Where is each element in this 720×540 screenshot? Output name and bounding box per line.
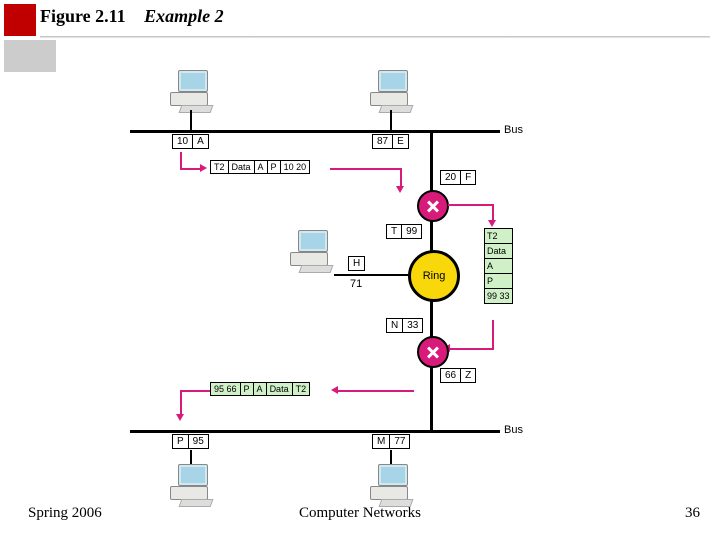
arrow-a-2 (180, 168, 202, 170)
router-F (417, 190, 449, 222)
footer-page-number: 36 (685, 505, 700, 522)
arrow-r-1 (448, 204, 494, 206)
addr: 33 (403, 319, 422, 332)
bus-top-label: Bus (504, 124, 523, 136)
addr: 10 (173, 135, 193, 148)
node-P-label: P 95 (172, 434, 209, 449)
pc-M (370, 464, 414, 504)
arrow-b-3 (180, 390, 182, 416)
addr: 99 (402, 225, 421, 238)
bus-bottom (130, 430, 500, 433)
name: H (349, 257, 364, 270)
packet-top: T2 Data A P 10 20 (210, 160, 310, 174)
addr: 20 (441, 171, 461, 184)
arrowhead-b2 (176, 414, 184, 421)
pc-H (290, 230, 334, 270)
addr: 87 (373, 135, 393, 148)
node-Z-label: 66 Z (440, 368, 476, 383)
node-H-label: H (348, 256, 365, 271)
name: F (461, 171, 475, 184)
drop-A (190, 110, 192, 130)
drop-M (390, 450, 392, 464)
name: E (393, 135, 408, 148)
arrow-a-3 (330, 168, 402, 170)
bus-top (130, 130, 500, 133)
arrow-r-4 (450, 348, 494, 350)
drop-E (390, 110, 392, 130)
addr-H: 71 (350, 278, 362, 290)
corner-block (4, 40, 56, 72)
arrow-r-3 (492, 320, 494, 350)
name: Z (461, 369, 475, 382)
name: T (387, 225, 402, 238)
pc-P (170, 464, 214, 504)
arrowhead-b (331, 386, 338, 394)
name: M (373, 435, 390, 448)
arrow-b-1 (338, 390, 414, 392)
figure-number: Figure 2.11 (40, 6, 126, 26)
node-A-label: 10 A (172, 134, 209, 149)
name: P (173, 435, 189, 448)
name: A (193, 135, 208, 148)
name: N (387, 319, 403, 332)
footer-center: Computer Networks (0, 505, 720, 522)
node-T-label: T 99 (386, 224, 422, 239)
pc-E (370, 70, 414, 110)
arrow-a-4 (400, 168, 402, 188)
packet-bottom: 95 66 P A Data T2 (210, 382, 310, 396)
arrowhead-a (200, 164, 207, 172)
accent-box (4, 4, 36, 36)
arrowhead-a2 (396, 186, 404, 193)
slide-title: Figure 2.11 Example 2 (40, 6, 224, 27)
packet-right: T2 Data A P 99 33 (484, 228, 513, 304)
ring-label: Ring (423, 270, 446, 282)
node-F-label: 20 F (440, 170, 476, 185)
pc-A (170, 70, 214, 110)
ring-node: Ring (408, 250, 460, 302)
arrowhead-r (488, 220, 496, 227)
drop-P (190, 450, 192, 464)
figure-caption: Example 2 (144, 6, 224, 26)
arrow-b-2 (180, 390, 210, 392)
link-H (334, 274, 408, 276)
addr: 77 (390, 435, 409, 448)
title-underline (40, 36, 710, 38)
network-diagram: Bus 10 A 87 E T2 Data A P 10 20 (130, 60, 590, 480)
node-E-label: 87 E (372, 134, 409, 149)
bus-bottom-label: Bus (504, 424, 523, 436)
node-N-label: N 33 (386, 318, 423, 333)
node-M-label: M 77 (372, 434, 410, 449)
addr: 95 (189, 435, 208, 448)
addr: 66 (441, 369, 461, 382)
router-N (417, 336, 449, 368)
